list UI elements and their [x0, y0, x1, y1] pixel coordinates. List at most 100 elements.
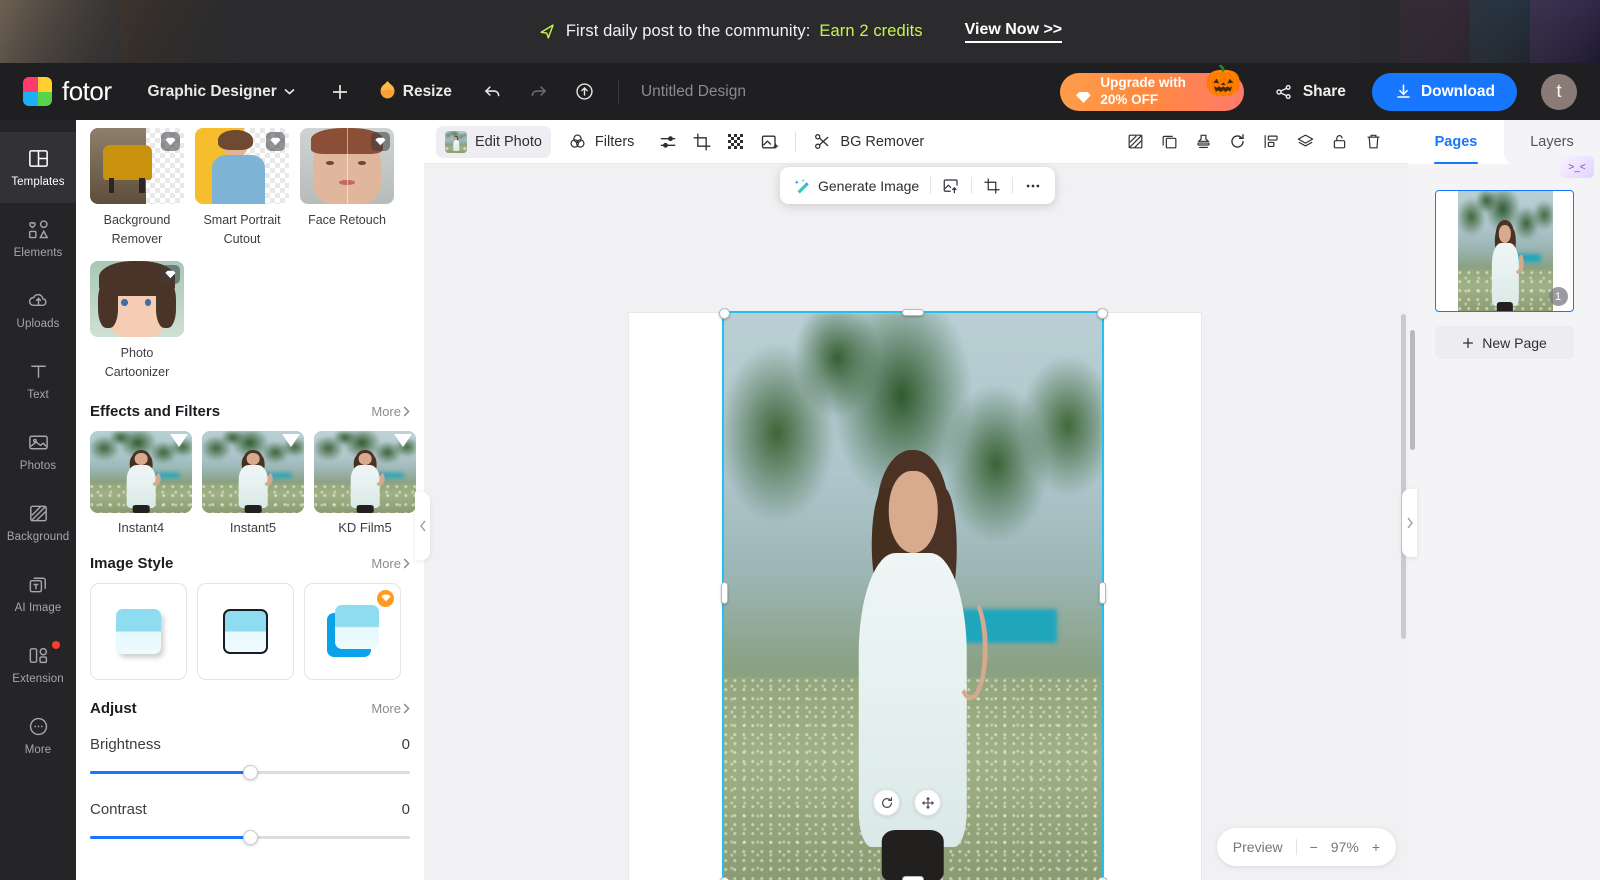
tool-card-background-remover[interactable]: Background Remover	[90, 128, 184, 250]
fotor-logo[interactable]: fotor	[23, 76, 112, 107]
resize-handle-top-right[interactable]	[1097, 308, 1108, 319]
brightness-slider[interactable]	[90, 762, 410, 782]
promo-view-now-link[interactable]: View Now >>	[964, 21, 1063, 43]
effect-label: Instant5	[229, 519, 277, 535]
adjust-more-link[interactable]: More	[371, 701, 410, 716]
collapse-right-panel-button[interactable]	[1402, 489, 1417, 557]
extension-icon	[29, 647, 47, 664]
fotor-editor-app: First daily post to the community: Earn …	[0, 0, 1600, 880]
redo-button[interactable]	[524, 77, 554, 107]
premium-gem-badge	[282, 433, 300, 447]
lock-button[interactable]	[1322, 126, 1356, 158]
preview-button[interactable]: Preview	[1233, 839, 1283, 855]
redo-icon	[531, 86, 547, 97]
zoom-level[interactable]: 97%	[1331, 839, 1359, 855]
move-object-icon	[921, 796, 934, 809]
effect-card-kd-film5[interactable]: KD Film5	[314, 430, 416, 535]
image-style-more-link[interactable]: More	[371, 556, 410, 571]
sidebar-item-background[interactable]: Background	[0, 487, 76, 558]
brightness-value: 0	[401, 735, 410, 753]
sidebar-item-text[interactable]: Text	[0, 345, 76, 416]
upgrade-button[interactable]: Upgrade with 20% OFF 🎃	[1060, 66, 1244, 111]
rotate-button[interactable]	[1220, 126, 1254, 158]
sidebar-item-ai-image[interactable]: AI Image	[0, 558, 76, 629]
sidebar-item-templates[interactable]: Templates	[0, 132, 76, 203]
resize-handle-right[interactable]	[1099, 582, 1106, 604]
sidebar-item-elements[interactable]: Elements	[0, 203, 76, 274]
adjust-button[interactable]	[651, 126, 685, 158]
stamp-button[interactable]	[1186, 126, 1220, 158]
undo-button[interactable]	[478, 77, 508, 107]
generate-image-button[interactable]: Generate Image	[793, 177, 919, 195]
slider-knob[interactable]	[243, 764, 258, 780]
collapse-left-panel-button[interactable]	[415, 492, 430, 560]
bg-remover-button[interactable]: BG Remover	[804, 126, 933, 158]
toolbar-divider	[795, 131, 797, 152]
layers-button[interactable]	[1288, 126, 1322, 158]
mask-button[interactable]	[1118, 126, 1152, 158]
user-avatar[interactable]: t	[1541, 73, 1577, 110]
crop-image-button[interactable]	[983, 177, 1001, 195]
sidebar-label-ai-image: AI Image	[14, 602, 62, 614]
magic-wand-icon	[794, 178, 809, 193]
zoom-out-button[interactable]: −	[1310, 839, 1318, 855]
share-button[interactable]: Share	[1274, 82, 1346, 102]
page-thumbnail-1[interactable]: 1	[1434, 190, 1574, 312]
sidebar-item-extension[interactable]: Extension	[0, 629, 76, 700]
effect-card-instant5[interactable]: Instant5	[202, 430, 304, 535]
sidebar-item-photos[interactable]: Photos	[0, 416, 76, 487]
rotate-object-button[interactable]	[873, 789, 900, 816]
ai-assistant-badge[interactable]: >_<	[1560, 156, 1594, 178]
duplicate-button[interactable]	[1152, 126, 1186, 158]
tool-card-smart-portrait-cutout[interactable]: Smart Portrait Cutout	[195, 128, 289, 250]
contrast-slider[interactable]	[90, 827, 410, 847]
sidebar-item-more[interactable]: More	[0, 700, 76, 771]
resize-handle-left[interactable]	[721, 582, 728, 604]
premium-gem-badge	[371, 132, 390, 151]
replace-image-button[interactable]	[942, 177, 960, 195]
transparency-button[interactable]	[719, 126, 753, 158]
effects-section-header: Effects and Filters More	[90, 403, 410, 420]
style-card-plain-shadow[interactable]	[90, 582, 187, 680]
replace-image-icon	[943, 178, 958, 193]
slider-fill	[90, 835, 250, 839]
new-page-button[interactable]: New Page	[1434, 326, 1574, 359]
resize-button[interactable]: Resize	[379, 80, 452, 104]
effect-card-instant4[interactable]: Instant4	[90, 430, 192, 535]
delete-button[interactable]	[1356, 126, 1390, 158]
tool-card-face-retouch[interactable]: Face Retouch	[300, 128, 394, 250]
effect-thumb	[90, 430, 192, 513]
promo-credits-text: Earn 2 credits	[819, 22, 923, 40]
move-object-button[interactable]	[914, 789, 941, 816]
style-card-offset[interactable]	[304, 582, 401, 680]
right-panel-scrollbar[interactable]	[1410, 330, 1415, 450]
sidebar-item-uploads[interactable]: Uploads	[0, 274, 76, 345]
slider-knob[interactable]	[243, 829, 258, 845]
effects-more-link[interactable]: More	[371, 404, 410, 419]
align-button[interactable]	[1254, 126, 1288, 158]
cloud-save-button[interactable]	[570, 77, 600, 107]
workspace-selector[interactable]: Graphic Designer	[148, 83, 295, 101]
crop-button[interactable]	[685, 126, 719, 158]
premium-gem-badge	[266, 132, 285, 151]
document-title[interactable]: Untitled Design	[641, 83, 746, 101]
workspace-label: Graphic Designer	[147, 82, 277, 100]
tab-pages[interactable]: Pages	[1408, 120, 1504, 164]
rotate-object-icon	[881, 796, 892, 808]
edit-photo-button[interactable]: Edit Photo	[436, 125, 551, 158]
canvas-vertical-scrollbar[interactable]	[1401, 314, 1406, 639]
add-page-button[interactable]	[325, 77, 355, 107]
tool-card-photo-cartoonizer[interactable]: Photo Cartoonizer	[90, 260, 184, 383]
download-button[interactable]: Download	[1371, 72, 1517, 111]
style-card-outline[interactable]	[197, 582, 294, 680]
resize-handle-top-left[interactable]	[719, 308, 730, 319]
zoom-in-button[interactable]: +	[1372, 839, 1380, 855]
more-options-button[interactable]	[1024, 177, 1042, 195]
resize-handle-top[interactable]	[902, 309, 924, 316]
image-enhance-button[interactable]	[753, 126, 787, 158]
resize-handle-bottom[interactable]	[902, 876, 924, 880]
promo-message: First daily post to the community: Earn …	[538, 22, 923, 41]
canvas-stage[interactable]: Generate Image Preview − 97% +	[415, 164, 1417, 880]
filters-button[interactable]: Filters	[559, 126, 643, 158]
download-icon	[1397, 84, 1410, 98]
